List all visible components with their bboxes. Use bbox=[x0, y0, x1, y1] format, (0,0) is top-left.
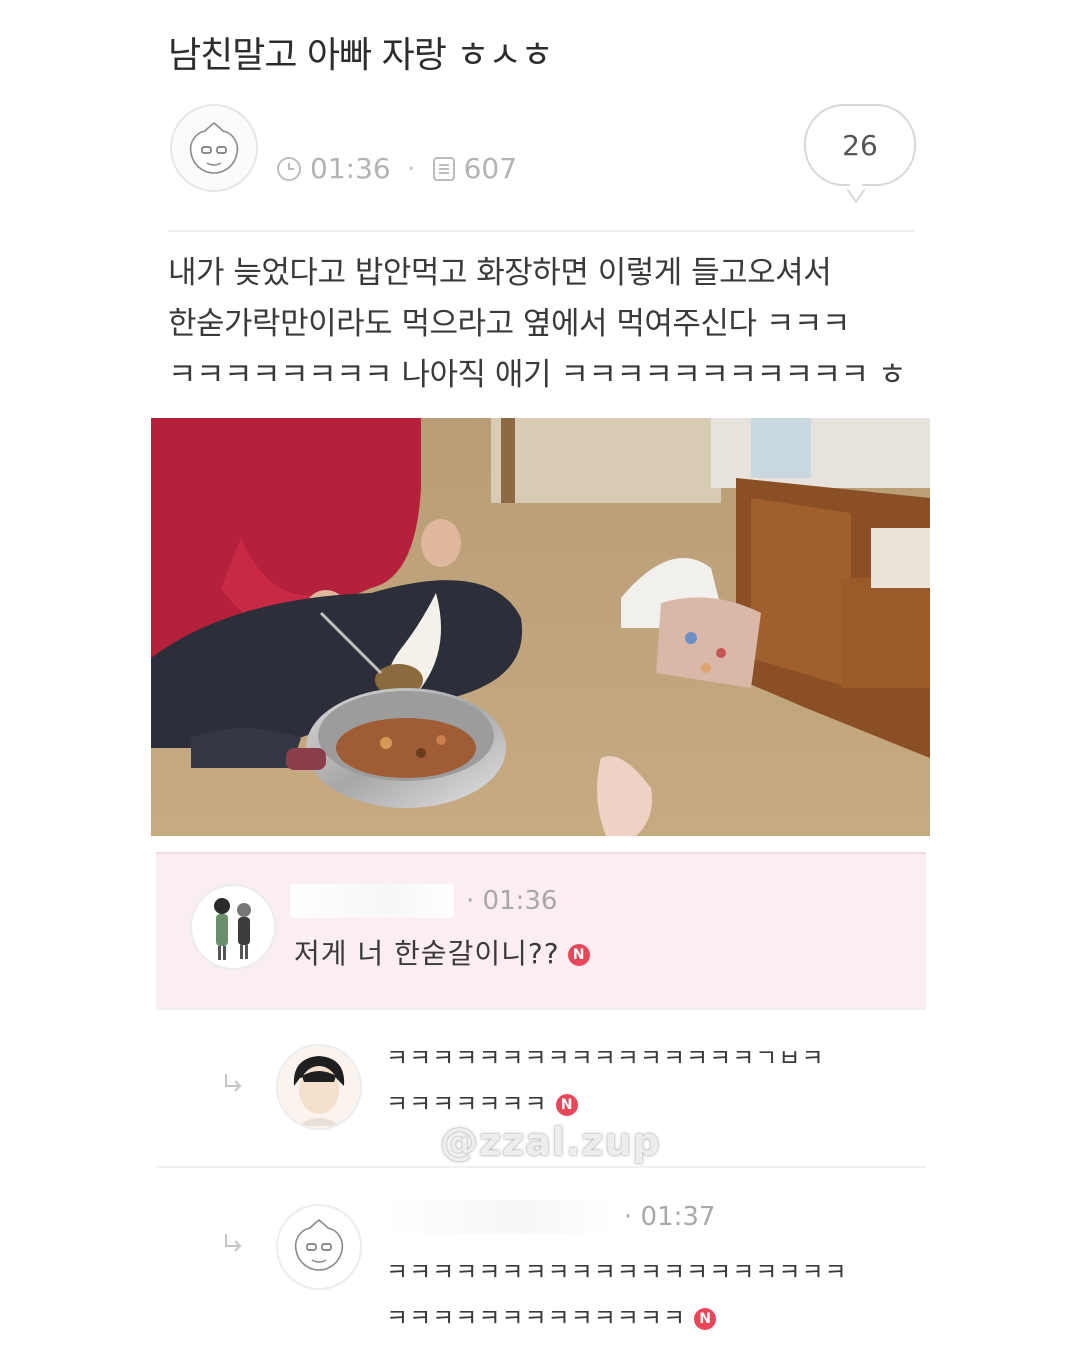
meta-separator: · bbox=[406, 152, 416, 185]
comment-count: 26 bbox=[842, 128, 878, 162]
couple-character-icon bbox=[214, 898, 251, 960]
comment-text-value: 저게 너 한숟갈이니?? bbox=[294, 937, 560, 970]
reply-text-line: ㅋㅋㅋㅋㅋㅋㅋㅋㅋㅋㅋㅋㅋㅋㅋㅋㄱㅂㅋ bbox=[386, 1044, 825, 1072]
reply-arrow-icon bbox=[225, 1074, 242, 1092]
new-badge: N bbox=[567, 944, 590, 966]
commenter-name-redacted bbox=[290, 884, 454, 918]
post-photo-illustration bbox=[151, 418, 930, 836]
reply-text-line: ㅋㅋㅋㅋㅋㅋㅋㅋㅋㅋㅋㅋㅋ N bbox=[386, 1298, 717, 1333]
watermark: @zzal.zup bbox=[440, 1120, 661, 1164]
post-body-line: 한숟가락만이라도 먹으라고 옆에서 먹여주신다 ㅋㅋㅋ bbox=[168, 306, 850, 342]
comment-highlighted[interactable]: · 01:36 저게 너 한숟갈이니?? N bbox=[156, 852, 926, 1010]
post-body: 내가 늦었다고 밥안먹고 화장하면 이렇게 들고오셔서 한숟가락만이라도 먹으라… bbox=[168, 248, 928, 401]
comment-time: · 01:37 bbox=[624, 1202, 716, 1232]
new-badge: N bbox=[694, 1308, 717, 1330]
view-count: 607 bbox=[463, 152, 518, 185]
comment-time: · 01:36 bbox=[466, 886, 558, 916]
author-avatar[interactable] bbox=[170, 104, 258, 192]
post-body-line: 내가 늦었다고 밥안먹고 화장하면 이렇게 들고오셔서 bbox=[168, 255, 832, 291]
post-meta: 01:36 · 607 bbox=[276, 152, 517, 185]
clock-icon bbox=[277, 156, 301, 181]
speech-bubble-tail bbox=[846, 176, 866, 204]
comment-time-value: 01:36 bbox=[482, 886, 558, 916]
commenter-avatar[interactable] bbox=[276, 1044, 362, 1130]
reply-text-line: ㅋㅋㅋㅋㅋㅋㅋ N bbox=[386, 1084, 578, 1119]
views-icon bbox=[432, 156, 455, 181]
header-divider bbox=[168, 230, 914, 232]
new-badge: N bbox=[555, 1094, 578, 1116]
post-photo[interactable] bbox=[151, 418, 930, 836]
reply-text-line: ㅋㅋㅋㅋㅋㅋㅋㅋㅋㅋㅋㅋㅋㅋㅋㅋㅋㅋㅋㅋ bbox=[386, 1258, 848, 1286]
comment-time-value: 01:37 bbox=[640, 1202, 716, 1232]
comment-divider bbox=[156, 1166, 926, 1168]
post-title: 남친말고 아빠 자랑 ㅎㅅㅎ bbox=[168, 35, 554, 76]
comment-divider bbox=[156, 1008, 926, 1010]
reply-text-value: ㅋㅋㅋㅋㅋㅋㅋ bbox=[386, 1090, 548, 1118]
commenter-avatar[interactable] bbox=[190, 884, 276, 970]
reply-text-value: ㅋㅋㅋㅋㅋㅋㅋㅋㅋㅋㅋㅋㅋ bbox=[386, 1304, 687, 1332]
commenter-avatar[interactable] bbox=[276, 1204, 362, 1290]
post-body-line: ㅋㅋㅋㅋㅋㅋㅋㅋ 나아직 애기 ㅋㅋㅋㅋㅋㅋㅋㅋㅋㅋㅋ ㅎ bbox=[168, 357, 906, 393]
peach-character-icon bbox=[189, 121, 239, 174]
peach-character-icon bbox=[294, 1218, 344, 1271]
comment-count-bubble[interactable]: 26 bbox=[804, 104, 916, 204]
comment-text: 저게 너 한숟갈이니?? N bbox=[294, 932, 590, 972]
commenter-name-redacted bbox=[384, 1200, 614, 1234]
boy-character-icon bbox=[278, 1046, 360, 1128]
post-time: 01:36 bbox=[310, 152, 391, 185]
reply-arrow-icon bbox=[225, 1234, 242, 1252]
